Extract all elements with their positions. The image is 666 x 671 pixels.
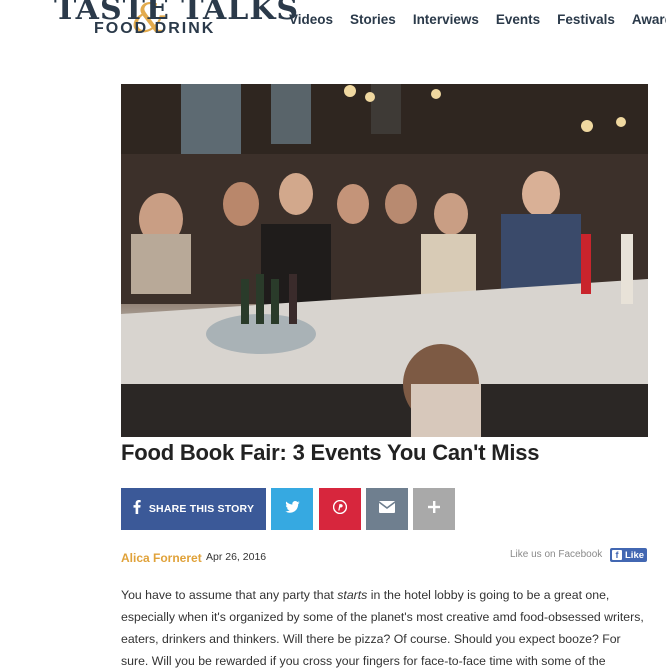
hero-photo <box>121 84 648 437</box>
nav-events[interactable]: Events <box>496 12 540 27</box>
publish-date: Apr 26, 2016 <box>206 551 267 563</box>
twitter-icon <box>284 500 300 518</box>
nav-festivals[interactable]: Festivals <box>557 12 615 27</box>
share-email-button[interactable] <box>366 488 408 530</box>
author-link[interactable]: Alica Forneret <box>121 551 202 565</box>
facebook-icon <box>133 499 141 519</box>
facebook-icon: f <box>612 550 622 560</box>
nav-interviews[interactable]: Interviews <box>413 12 479 27</box>
site-logo[interactable]: & TASTE TALKS FOOD DRINK <box>54 0 298 44</box>
like-us-text: Like us on Facebook <box>510 549 603 560</box>
share-pinterest-button[interactable] <box>319 488 361 530</box>
body-emphasis: starts <box>337 588 368 602</box>
pinterest-icon <box>332 499 348 519</box>
article-body: You have to assume that any party that s… <box>121 584 649 671</box>
nav-awards[interactable]: Awards <box>632 12 666 27</box>
site-header: & TASTE TALKS FOOD DRINK Videos Stories … <box>0 0 666 48</box>
body-intro: You have to assume that any party that <box>121 588 338 602</box>
nav-stories[interactable]: Stories <box>350 12 396 27</box>
facebook-like-button[interactable]: f Like <box>610 548 647 562</box>
like-label: Like <box>625 549 645 561</box>
share-more-button[interactable] <box>413 488 455 530</box>
share-twitter-button[interactable] <box>271 488 313 530</box>
email-icon <box>378 500 396 518</box>
nav-videos[interactable]: Videos <box>289 12 333 27</box>
logo-subtitle: FOOD DRINK <box>94 20 216 37</box>
main-nav: Videos Stories Interviews Events Festiva… <box>289 12 666 27</box>
share-facebook-button[interactable]: SHARE THIS STORY <box>121 488 266 530</box>
plus-icon <box>428 500 440 518</box>
article-title: Food Book Fair: 3 Events You Can't Miss <box>121 440 540 465</box>
share-label: SHARE THIS STORY <box>148 503 255 515</box>
